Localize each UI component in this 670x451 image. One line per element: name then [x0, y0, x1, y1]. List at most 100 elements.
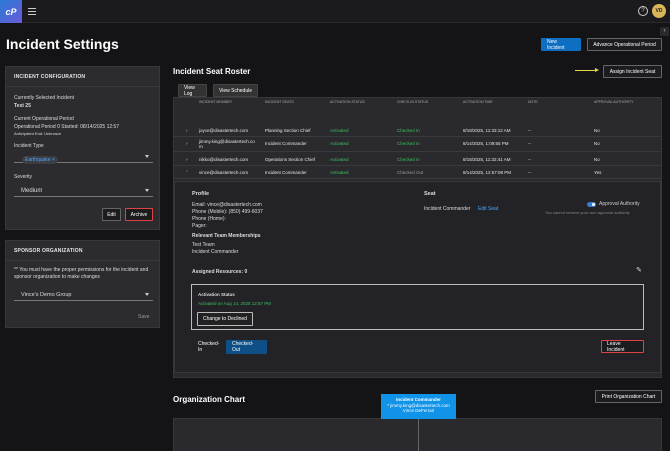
archive-button[interactable]: Archive: [125, 208, 153, 221]
member-cell: nikko@disastertech.com: [199, 157, 249, 162]
column-header: ACTIVATION TIME: [463, 100, 493, 104]
activation-status-text: Activated on Aug 14, 2025 12:57 PM: [198, 301, 272, 306]
column-header: ACTIVATION STATUS: [330, 100, 365, 104]
approval-cell: No: [594, 157, 600, 162]
member-cell: vince@disastertech.com: [199, 170, 249, 175]
column-header: CHECK-IN STATUS: [397, 100, 429, 104]
approval-cell: No: [594, 141, 600, 146]
pencil-icon[interactable]: ✎: [636, 266, 642, 274]
period-value: Operational Period 0 Started: 08/14/2025…: [14, 124, 120, 130]
activation-cell: Activated: [330, 170, 349, 175]
seat-title: Seat: [424, 191, 436, 197]
chevron-down-icon: [145, 155, 149, 158]
activation-cell: Activated: [330, 157, 349, 162]
sponsor-panel: SPONSOR ORGANIZATION: [5, 240, 160, 328]
approval-note: You cannot remove your own approval auth…: [545, 210, 630, 215]
column-header: INCIDENT MEMBER: [199, 100, 232, 104]
selected-incident-label: Currently Selected Incident: [14, 95, 75, 101]
table-row[interactable]: › jimmy.king@disastertech.co m Incident …: [174, 137, 661, 152]
memberships-title: Relevant Team Memberships: [192, 233, 261, 239]
checkin-cell: Checked In: [397, 157, 420, 162]
checked-in-toggle[interactable]: Checked-In: [192, 340, 226, 354]
column-header: NOTE: [528, 100, 538, 104]
panel-heading: INCIDENT CONFIGURATION: [6, 67, 159, 87]
table-row[interactable]: › joyce@disastertech.com Planning Sectio…: [174, 124, 661, 137]
profile-phone-home: Phone (Home):: [192, 216, 226, 222]
roster-title: Incident Seat Roster: [173, 67, 251, 76]
approval-authority-label: Approval Authority: [599, 201, 640, 207]
checked-out-toggle[interactable]: Checked-Out: [226, 340, 267, 354]
print-orgchart-button[interactable]: Print Organization Chart: [595, 390, 662, 403]
seat-cell: Incident Commander: [265, 141, 307, 146]
checkin-cell: Checked Out: [397, 170, 424, 175]
chevron-down-icon: [145, 189, 149, 192]
assign-seat-button[interactable]: Assign Incident Seat: [603, 65, 662, 78]
seat-cell: Incident Commander: [265, 170, 307, 175]
time-cell: 8/14/2025, 1:09:55 PM: [463, 141, 509, 146]
profile-phone-mobile: Phone (Mobile): (850) 499-6037: [192, 209, 263, 215]
edit-button[interactable]: Edit: [102, 208, 121, 221]
profile-title: Profile: [192, 191, 210, 197]
avatar[interactable]: VD: [652, 4, 666, 18]
severity-label: Severity: [14, 174, 33, 180]
profile-pager: Pager:: [192, 223, 207, 229]
orgchart-node[interactable]: Incident Commander * jimmy.king@disaster…: [381, 394, 456, 419]
time-cell: 8/18/2025, 11:33:12 AM: [463, 128, 511, 133]
column-header: APPROVAL AUTHORITY: [594, 100, 634, 104]
edit-seat-link[interactable]: Edit Seat: [478, 206, 498, 212]
note-cell: --: [528, 128, 531, 133]
member-cell: joyce@disastertech.com: [199, 128, 249, 133]
view-log-button[interactable]: View Log: [178, 84, 207, 97]
profile-email: Email: vince@disastertech.com: [192, 202, 262, 208]
member-cell: jimmy.king@disastertech.co m: [199, 139, 255, 149]
pointer-arrow-icon: [595, 68, 599, 72]
approval-toggle[interactable]: [587, 202, 596, 207]
table-row[interactable]: › nikko@disastertech.com Operations Sect…: [174, 153, 661, 166]
seat-cell: Operations Section Chief: [265, 157, 316, 162]
table-row[interactable]: ˇ vince@disastertech.com Incident Comman…: [174, 166, 661, 179]
save-button[interactable]: Save: [138, 314, 149, 320]
menu-icon[interactable]: [28, 8, 36, 15]
new-incident-button[interactable]: New Incident: [541, 38, 581, 51]
chevron-down-icon[interactable]: ˇ: [186, 170, 188, 175]
help-icon[interactable]: ?: [638, 6, 648, 16]
approval-cell: No: [594, 128, 600, 133]
incident-type-chip[interactable]: Earthquake ×: [22, 156, 58, 164]
anticipated-end: Anticipated End: Unknown: [14, 131, 61, 136]
chevron-right-icon[interactable]: ›: [186, 157, 188, 162]
node-name: Vince DeFerrari: [402, 408, 435, 413]
activation-cell: Activated: [330, 128, 349, 133]
incident-type-label: Incident Type: [14, 143, 44, 149]
column-header: INCIDENT SEATS: [265, 100, 294, 104]
orgchart-connector: [418, 419, 419, 451]
sponsor-value: Vince's Demo Group: [21, 292, 72, 298]
sponsor-select[interactable]: Vince's Demo Group: [14, 289, 153, 301]
advance-period-button[interactable]: Advance Operational Period: [587, 38, 662, 51]
assigned-resources: Assigned Resources: 0: [192, 269, 248, 275]
selected-incident-value: Test 25: [14, 103, 31, 109]
chevron-down-icon: [145, 293, 149, 296]
orgchart-title: Organization Chart: [173, 395, 246, 404]
note-cell: --: [528, 157, 531, 162]
checkin-cell: Checked In: [397, 128, 420, 133]
app-logo[interactable]: cP: [0, 0, 22, 23]
leave-incident-button[interactable]: Leave Incident: [601, 340, 644, 353]
chip-label: Earthquake: [25, 157, 51, 163]
note-cell: --: [528, 170, 531, 175]
period-label: Current Operational Period: [14, 116, 74, 122]
severity-value: Medium: [21, 188, 43, 194]
change-declined-button[interactable]: Change to Declined: [197, 312, 253, 326]
seat-value: Incident Commander: [424, 206, 471, 212]
chevron-right-icon[interactable]: ›: [186, 128, 188, 133]
view-schedule-button[interactable]: View Schedule: [213, 84, 258, 97]
team-name: Test Team: [192, 242, 215, 248]
activation-status-title: Activation Status: [198, 292, 235, 297]
activation-status-box: [191, 284, 644, 330]
panel-heading: SPONSOR ORGANIZATION: [6, 241, 159, 261]
chevron-right-icon[interactable]: ›: [186, 141, 188, 146]
team-role: Incident Commander: [192, 249, 239, 255]
severity-select[interactable]: Medium: [14, 185, 153, 197]
collapse-icon[interactable]: ‹: [660, 27, 669, 36]
checkin-cell: Checked In: [397, 141, 420, 146]
approval-cell: Yes: [594, 170, 602, 175]
